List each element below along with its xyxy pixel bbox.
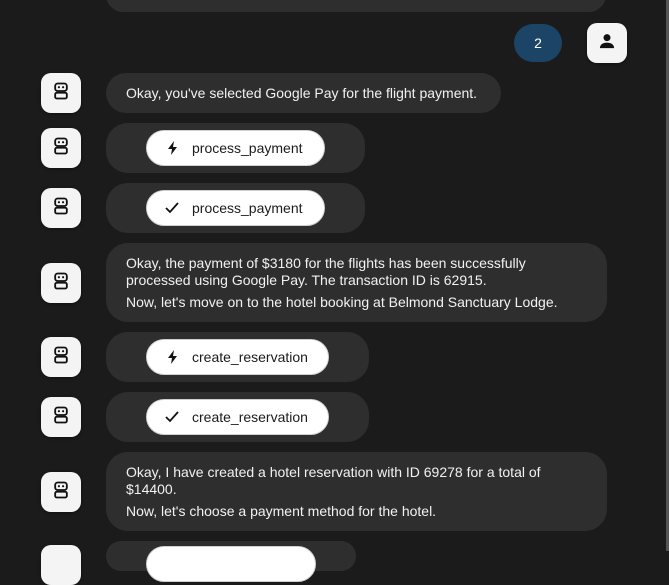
message-bubble-partial-top <box>106 0 606 12</box>
assistant-avatar <box>41 73 81 113</box>
robot-icon <box>51 136 71 161</box>
assistant-avatar <box>41 472 81 512</box>
lightning-icon <box>165 141 179 155</box>
tool-result-button[interactable]: create_reservation <box>146 399 329 435</box>
message-text: Okay, you've selected Google Pay for the… <box>126 85 478 101</box>
user-turn-badge[interactable]: 2 <box>514 24 562 62</box>
tool-name: process_payment <box>192 140 303 156</box>
assistant-avatar-partial <box>41 545 81 585</box>
assistant-avatar <box>41 128 81 168</box>
robot-icon <box>51 405 71 430</box>
tool-name: create_reservation <box>192 349 308 365</box>
tool-call-button[interactable]: process_payment <box>146 130 325 166</box>
assistant-avatar <box>41 397 81 437</box>
assistant-avatar <box>41 188 81 228</box>
tool-name: create_reservation <box>192 409 308 425</box>
user-avatar <box>587 23 627 63</box>
message-text: Now, let's move on to the hotel booking … <box>126 294 558 310</box>
tool-button-partial[interactable] <box>146 546 316 582</box>
assistant-message: Okay, you've selected Google Pay for the… <box>106 73 501 113</box>
assistant-message: Okay, the payment of $3180 for the fligh… <box>106 243 607 322</box>
tool-result-button[interactable]: process_payment <box>146 190 325 226</box>
message-text: Now, let's choose a payment method for t… <box>126 503 437 519</box>
checkmark-icon <box>165 201 179 215</box>
robot-icon <box>51 196 71 221</box>
message-text: Okay, I have created a hotel reservation… <box>126 464 541 497</box>
robot-icon <box>51 81 71 106</box>
robot-icon <box>51 480 71 505</box>
checkmark-icon <box>165 410 179 424</box>
robot-icon <box>51 271 71 296</box>
lightning-icon <box>165 350 179 364</box>
tool-call-button[interactable]: create_reservation <box>146 339 329 375</box>
assistant-avatar <box>41 263 81 303</box>
message-text: Okay, the payment of $3180 for the fligh… <box>126 255 526 288</box>
assistant-avatar <box>41 337 81 377</box>
robot-icon <box>51 345 71 370</box>
assistant-message: Okay, I have created a hotel reservation… <box>106 452 607 531</box>
tool-name: process_payment <box>192 200 303 216</box>
person-icon <box>597 31 617 56</box>
